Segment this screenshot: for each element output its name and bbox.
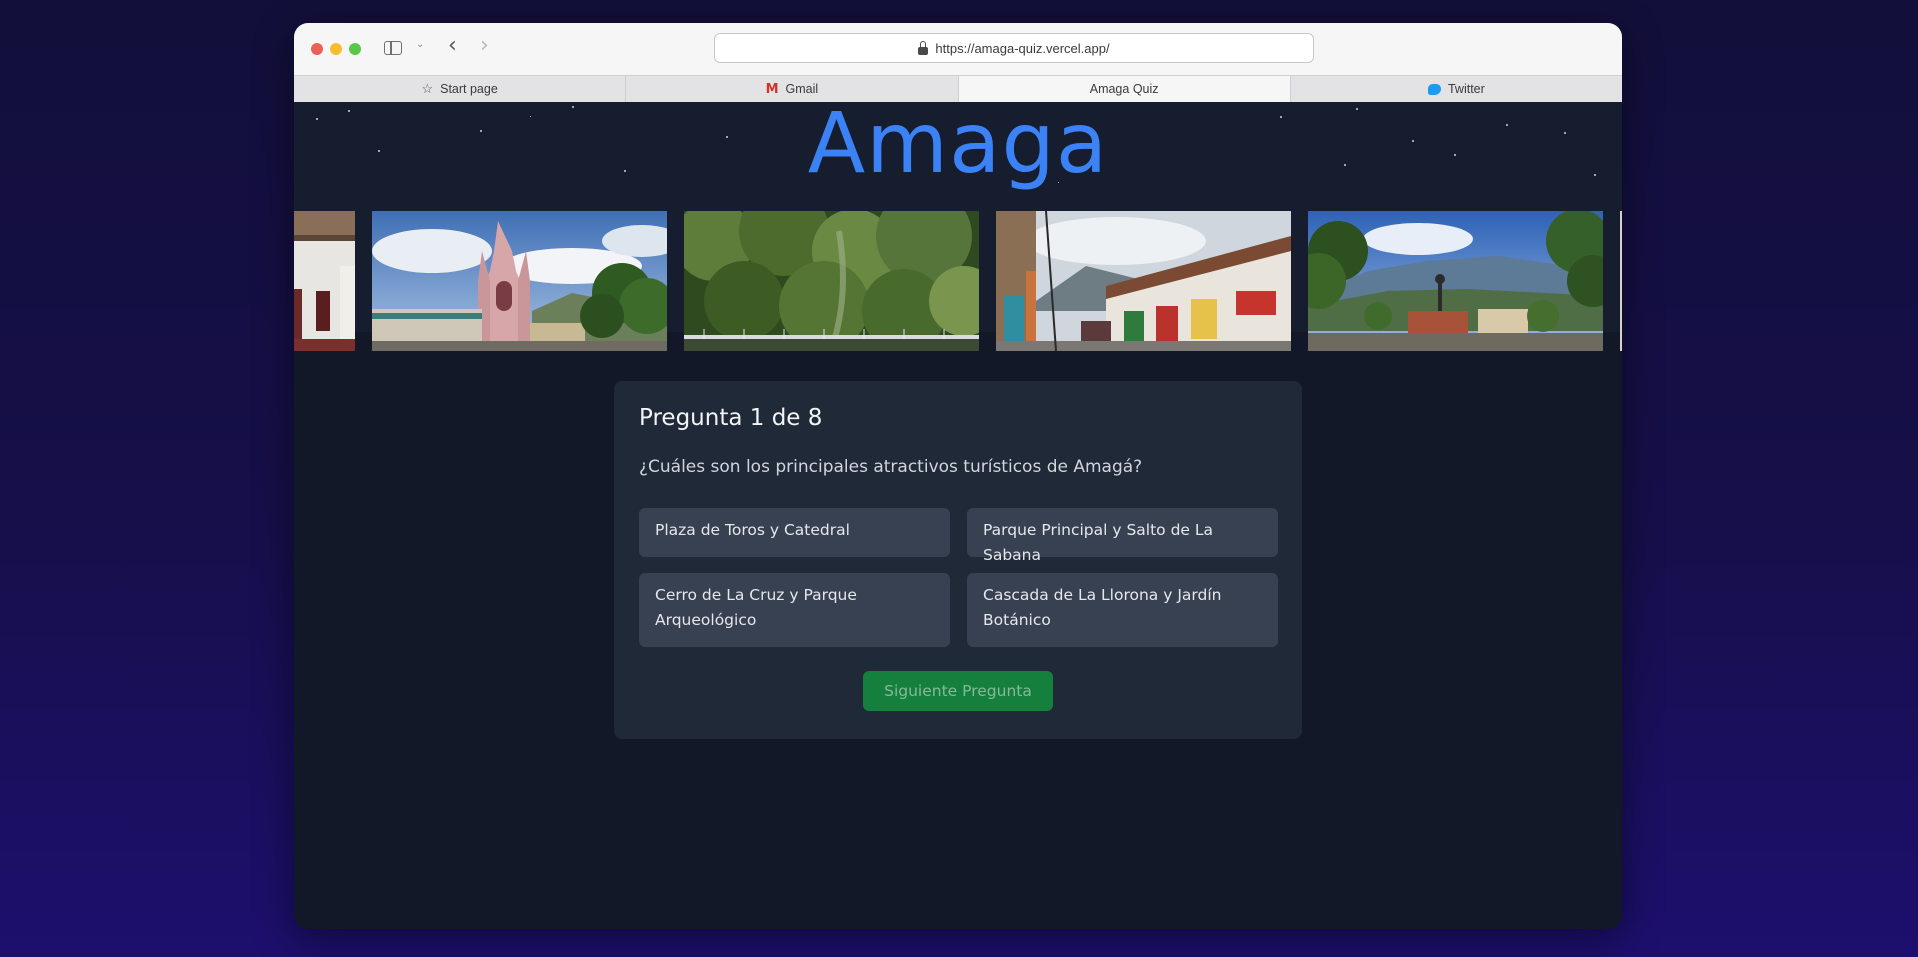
- lock-icon: [918, 41, 929, 55]
- gallery-photo: [684, 211, 979, 351]
- tab-twitter[interactable]: Twitter: [1291, 76, 1622, 102]
- question-text: ¿Cuáles son los principales atractivos t…: [639, 457, 1143, 477]
- sidebar-toggle-icon[interactable]: [384, 41, 402, 55]
- photo-gallery: [294, 211, 1622, 351]
- tab-bar: ☆ Start page M Gmail Amaga Quiz Twitter: [294, 75, 1622, 103]
- gallery-photo: [372, 211, 667, 351]
- forward-arrow-icon[interactable]: ›: [480, 35, 489, 57]
- close-window-button[interactable]: [311, 43, 323, 55]
- answer-option[interactable]: Cerro de La Cruz y Parque Arqueológico: [639, 573, 950, 647]
- page-content: Amaga Pregunta 1 de 8 ¿Cuáles son los pr…: [294, 102, 1622, 929]
- address-bar[interactable]: https://amaga-quiz.vercel.app/: [714, 33, 1314, 63]
- quiz-card: Pregunta 1 de 8 ¿Cuáles son los principa…: [614, 381, 1302, 739]
- answer-option[interactable]: Cascada de La Llorona y Jardín Botánico: [967, 573, 1278, 647]
- answer-option[interactable]: Parque Principal y Salto de La Sabana: [967, 508, 1278, 564]
- browser-titlebar: ⌄ ‹ › https://amaga-quiz.vercel.app/: [294, 23, 1622, 75]
- star-icon: ☆: [421, 81, 434, 96]
- url-text: https://amaga-quiz.vercel.app/: [935, 40, 1110, 56]
- twitter-icon: [1427, 83, 1441, 95]
- tab-amaga-quiz[interactable]: Amaga Quiz: [958, 76, 1291, 102]
- tab-label: Start page: [440, 82, 498, 96]
- back-arrow-icon[interactable]: ‹: [448, 35, 457, 57]
- tab-start-page[interactable]: ☆ Start page: [294, 76, 627, 102]
- chevron-down-icon[interactable]: ⌄: [416, 39, 424, 50]
- question-counter: Pregunta 1 de 8: [639, 405, 823, 431]
- gallery-photo: [996, 211, 1291, 351]
- answer-option[interactable]: Plaza de Toros y Catedral: [639, 508, 950, 557]
- site-title: Amaga: [807, 102, 1109, 192]
- maximize-window-button[interactable]: [349, 43, 361, 55]
- gallery-photo: [1620, 211, 1622, 351]
- tab-label: Twitter: [1447, 82, 1485, 96]
- tab-label: Amaga Quiz: [1089, 82, 1159, 96]
- next-question-button[interactable]: Siguiente Pregunta: [863, 671, 1053, 711]
- gmail-icon: M: [765, 81, 779, 97]
- minimize-window-button[interactable]: [330, 43, 342, 55]
- tab-label: Gmail: [785, 82, 819, 96]
- gallery-photo: [1308, 211, 1603, 351]
- browser-window: ⌄ ‹ › https://amaga-quiz.vercel.app/ ☆ S…: [294, 23, 1622, 929]
- tab-gmail[interactable]: M Gmail: [626, 76, 959, 102]
- gallery-photo: [294, 211, 355, 351]
